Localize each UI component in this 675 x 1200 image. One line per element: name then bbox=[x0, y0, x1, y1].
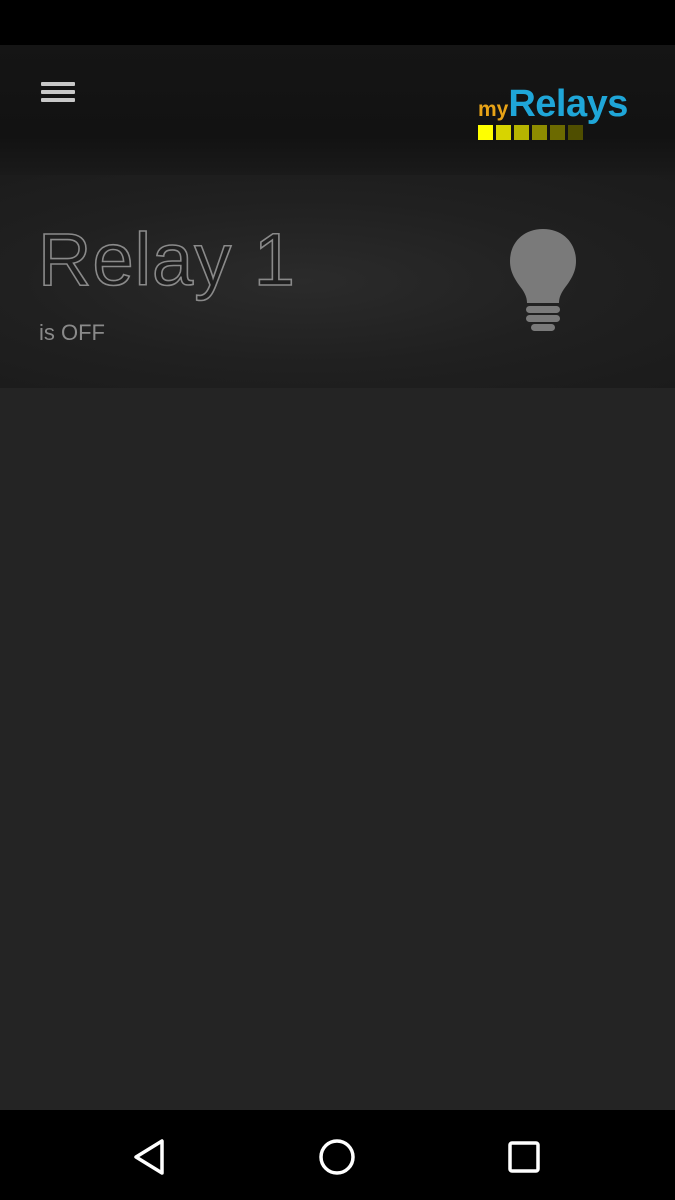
logo-name: Relays bbox=[508, 83, 628, 125]
logo-square bbox=[514, 125, 529, 140]
logo-square bbox=[532, 125, 547, 140]
logo-square bbox=[478, 125, 493, 140]
menu-button[interactable] bbox=[32, 73, 84, 113]
content-area bbox=[0, 388, 675, 1110]
app-logo: myRelays bbox=[476, 83, 646, 143]
logo-square bbox=[568, 125, 583, 140]
home-button[interactable] bbox=[315, 1135, 359, 1179]
logo-square bbox=[550, 125, 565, 140]
navigation-bar bbox=[0, 1110, 675, 1200]
recents-icon bbox=[508, 1141, 540, 1173]
logo-prefix: my bbox=[478, 98, 509, 121]
home-icon bbox=[319, 1139, 355, 1175]
relay-status: is OFF bbox=[39, 320, 105, 345]
lightbulb-icon[interactable] bbox=[505, 227, 581, 333]
app-header: myRelays bbox=[0, 45, 675, 175]
logo-square bbox=[496, 125, 511, 140]
logo-squares bbox=[478, 125, 583, 140]
relay-name: Relay 1 bbox=[37, 218, 296, 301]
relay-card[interactable]: Relay 1 is OFF bbox=[0, 175, 675, 388]
status-bar bbox=[0, 0, 675, 45]
recents-button[interactable] bbox=[502, 1135, 546, 1179]
back-icon bbox=[134, 1139, 164, 1175]
back-button[interactable] bbox=[128, 1135, 172, 1179]
